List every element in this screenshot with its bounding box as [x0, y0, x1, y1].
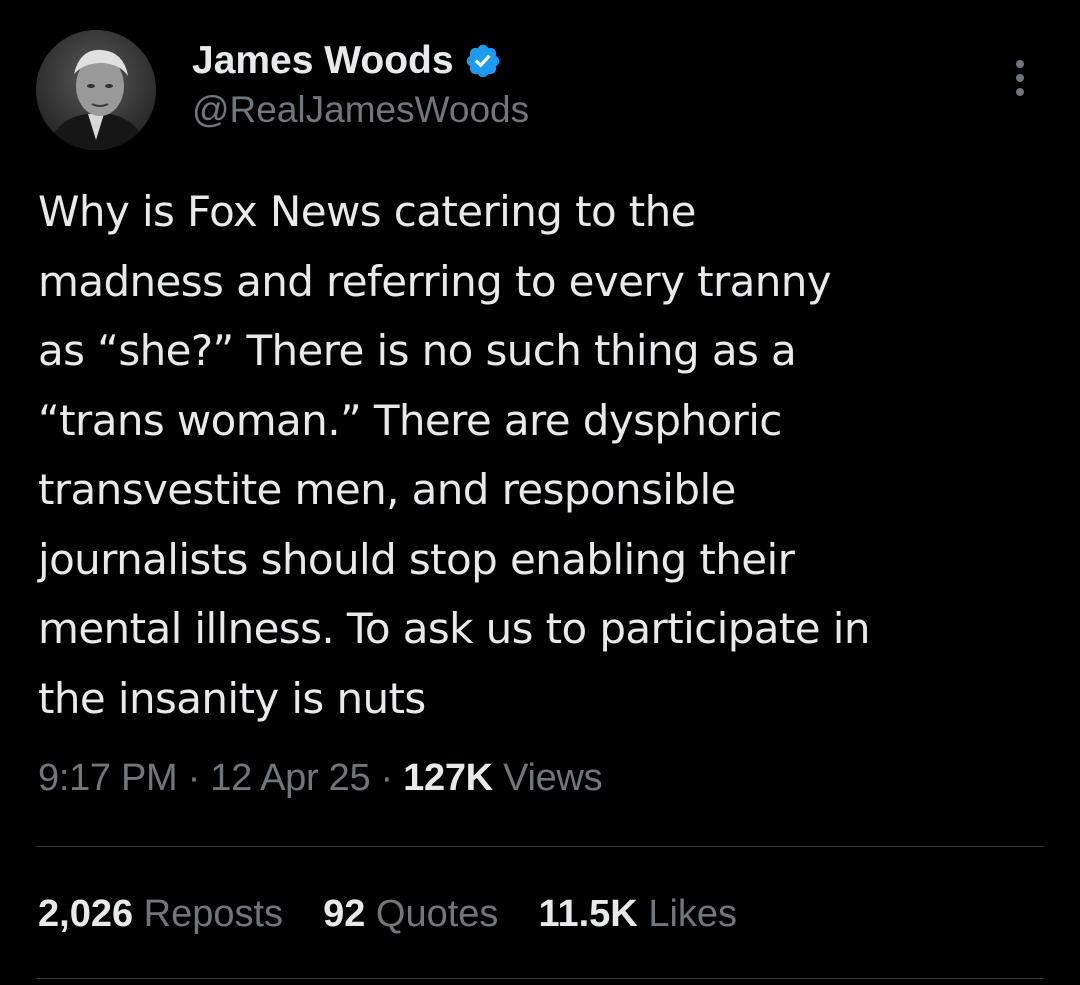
verified-badge-icon[interactable] [464, 42, 502, 80]
tweet-text-line: transvestite men, and responsible [38, 465, 736, 514]
tweet-text-line: mental illness. To ask us to participate… [38, 604, 870, 653]
tweet-text-line: the insanity is nuts [38, 673, 426, 723]
views-count: 127K [403, 757, 493, 799]
reposts-count: 2,026 [38, 893, 134, 935]
quotes-count: 92 [323, 893, 366, 935]
reposts-stat[interactable]: 2,026 Reposts [38, 893, 283, 936]
likes-stat[interactable]: 11.5K Likes [538, 893, 737, 936]
more-options-icon[interactable] [1000, 56, 1040, 100]
tweet-text-line: madness and referring to every tranny [38, 256, 832, 306]
divider [36, 978, 1044, 979]
divider [36, 846, 1044, 847]
tweet-meta: 9:17 PM · 12 Apr 25 · 127K Views [38, 757, 603, 800]
engagement-stats: 2,026 Reposts 92 Quotes 11.5K Likes [38, 893, 777, 936]
author-handle[interactable]: @RealJamesWoods [192, 89, 529, 131]
tweet-text-line: as “she?” There is no such thing as a [38, 326, 797, 375]
views-label: Views [503, 757, 603, 799]
tweet-date[interactable]: 12 Apr 25 [210, 757, 370, 799]
tweet-text-line: “trans woman.” There are dysphoric [38, 395, 782, 445]
author-name-row[interactable]: James Woods [192, 36, 502, 86]
tweet-time[interactable]: 9:17 PM [38, 757, 178, 799]
tweet-text: Why is Fox News catering to the madness … [38, 177, 1053, 733]
avatar-photo [36, 30, 156, 150]
author-display-name[interactable]: James Woods [192, 39, 454, 83]
meta-separator: · [177, 757, 211, 799]
quotes-stat[interactable]: 92 Quotes [323, 893, 498, 936]
likes-label: Likes [648, 893, 738, 935]
likes-count: 11.5K [538, 893, 638, 935]
meta-separator: · [370, 757, 404, 799]
reposts-label: Reposts [143, 893, 284, 935]
tweet-text-line: journalists should stop enabling their [38, 534, 795, 584]
tweet-card: James Woods @RealJamesWoods Why is Fox N… [0, 0, 1080, 985]
avatar[interactable] [36, 30, 156, 150]
tweet-text-line: Why is Fox News catering to the [38, 187, 697, 236]
quotes-label: Quotes [375, 893, 499, 935]
